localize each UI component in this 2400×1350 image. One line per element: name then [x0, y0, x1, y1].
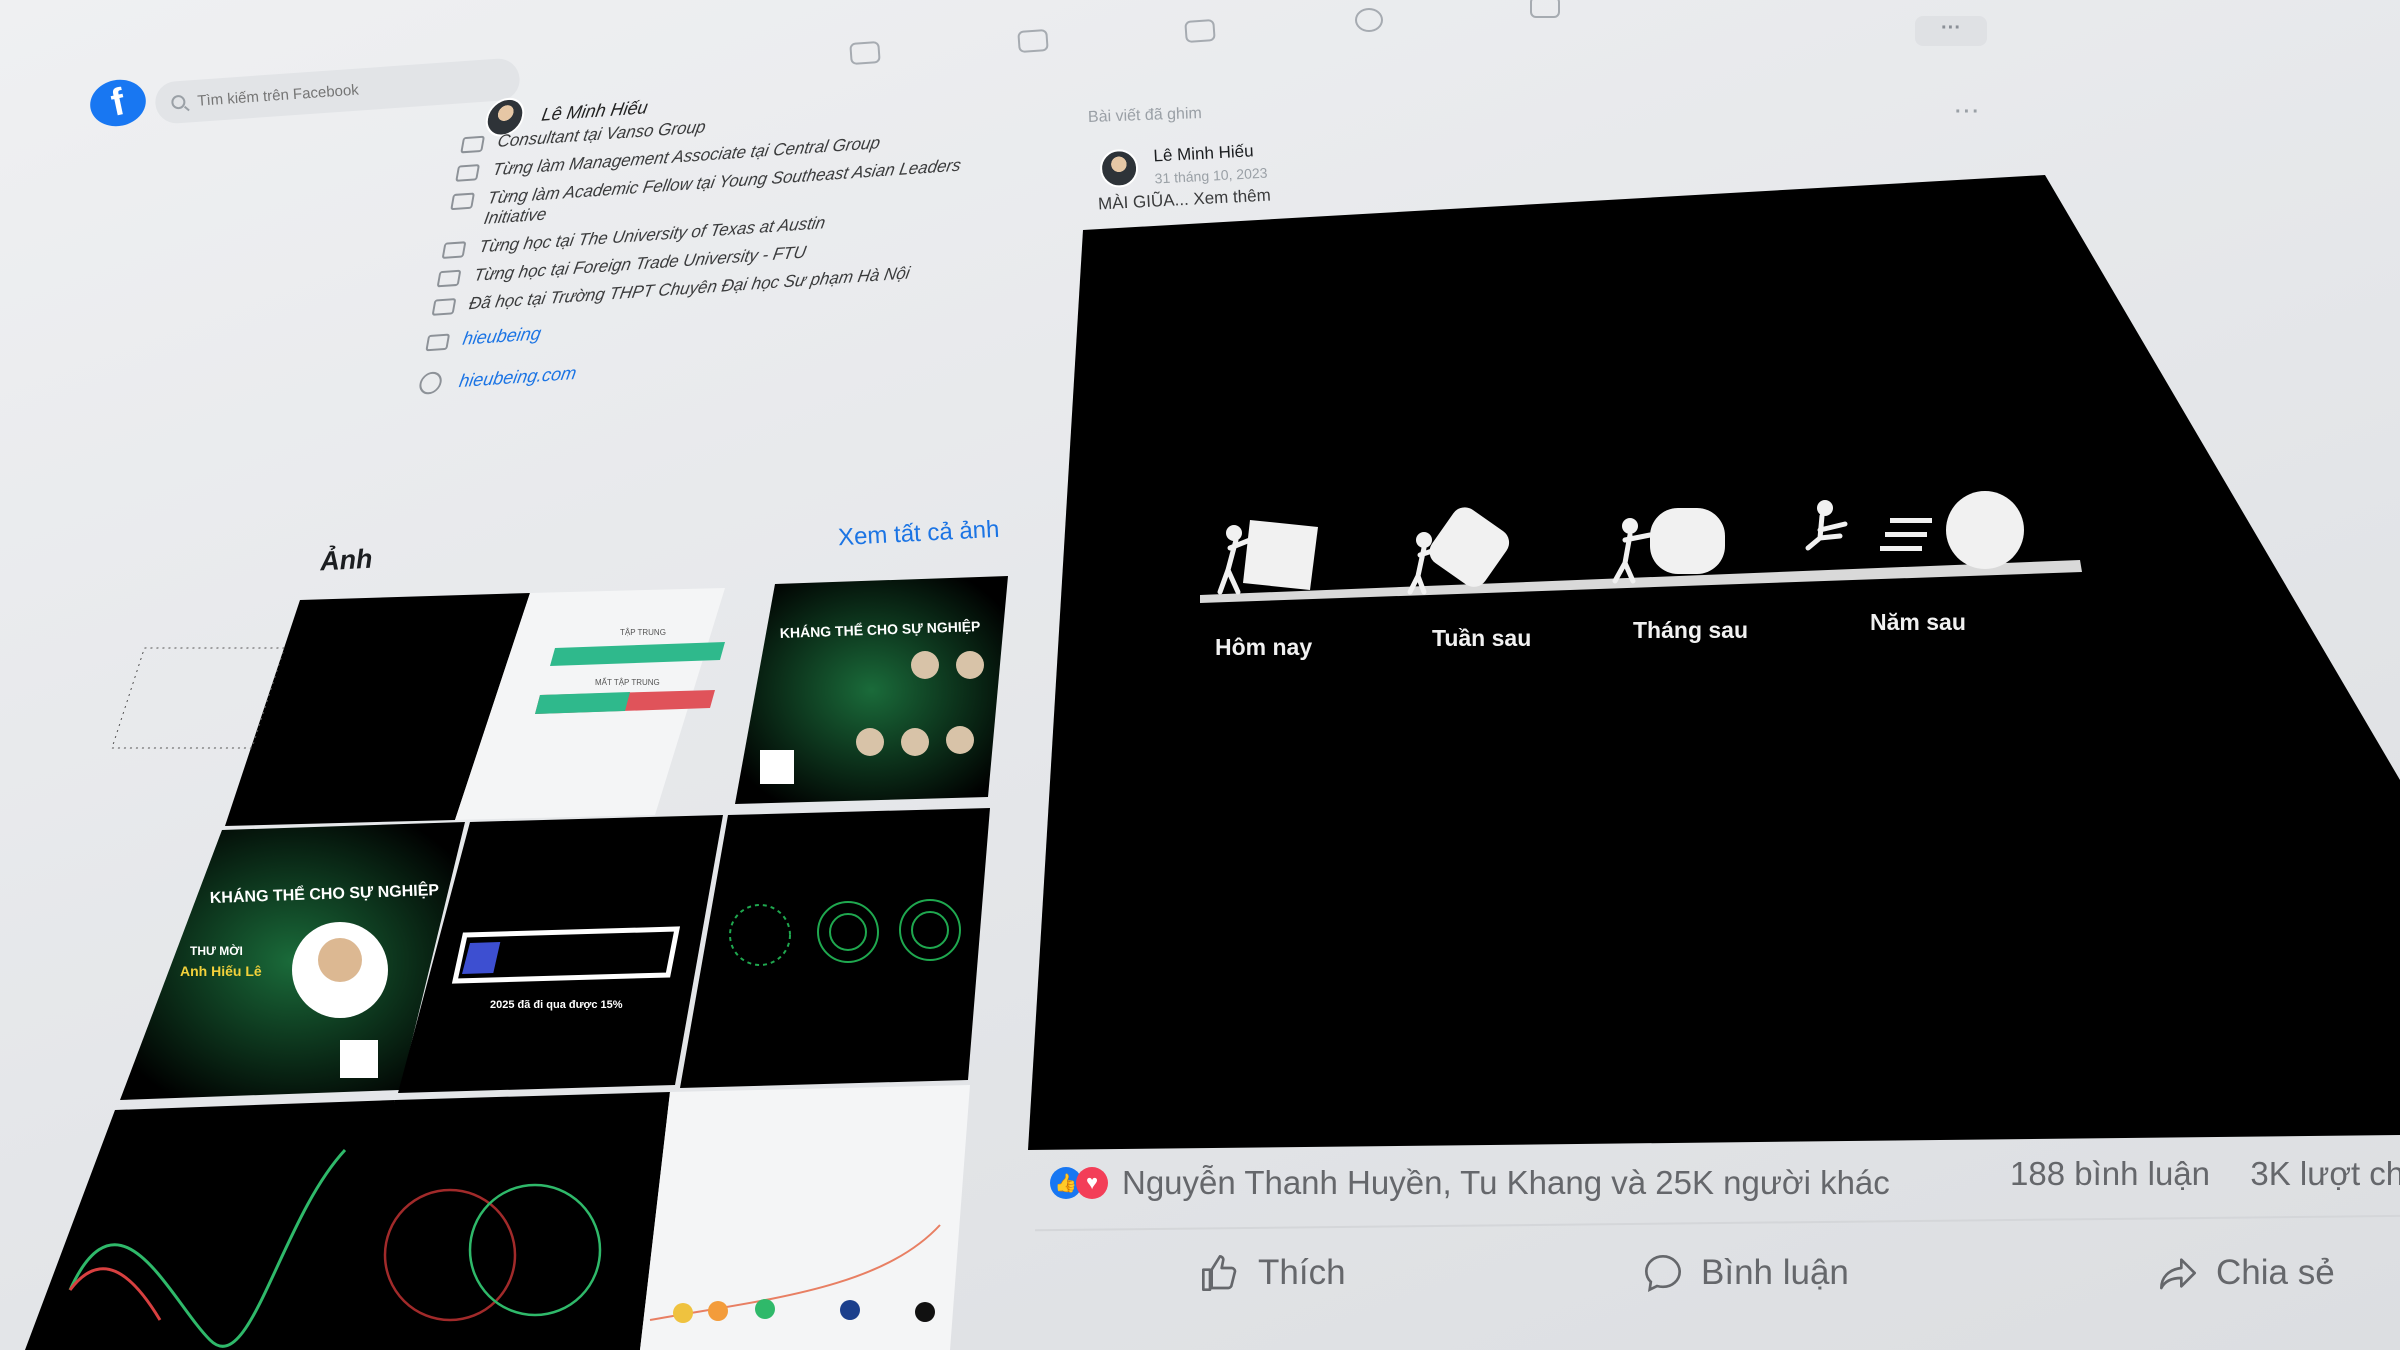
- share-button[interactable]: Chia sẻ: [2158, 1238, 2335, 1308]
- love-reaction-icon: ♥: [1076, 1167, 1108, 1199]
- post-stats: 188 bình luận 3K lượt chia sẻ: [2010, 1155, 2400, 1193]
- stage-label-today: Hôm nay: [1215, 634, 1312, 660]
- post-image[interactable]: Hôm nay Tuần sau Tháng sau Năm sau: [0, 0, 2400, 1350]
- shares-count[interactable]: 3K lượt chia sẻ: [2250, 1155, 2400, 1192]
- stage-label-next-month: Tháng sau: [1633, 617, 1748, 643]
- stage-label-next-week: Tuần sau: [1432, 625, 1531, 651]
- comment-bubble-icon: [1644, 1254, 1682, 1293]
- share-arrow-icon: [2160, 1258, 2196, 1290]
- share-label: Chia sẻ: [2216, 1253, 2335, 1292]
- comments-count[interactable]: 188 bình luận: [2010, 1155, 2210, 1192]
- like-button[interactable]: Thích: [1200, 1238, 1346, 1308]
- comment-button[interactable]: Bình luận: [1643, 1238, 1849, 1308]
- screen: f ··· Lê Minh Hiếu Consultant tại Vanso …: [0, 0, 2400, 1350]
- post-image-panel[interactable]: [1028, 175, 2400, 1150]
- thumbs-up-icon: [1202, 1255, 1237, 1291]
- comment-label: Bình luận: [1701, 1253, 1849, 1292]
- reactors-text[interactable]: Nguyễn Thanh Huyền, Tu Khang và 25K ngườ…: [1122, 1164, 1890, 1202]
- stage-label-next-year: Năm sau: [1870, 609, 1966, 635]
- like-label: Thích: [1258, 1253, 1346, 1292]
